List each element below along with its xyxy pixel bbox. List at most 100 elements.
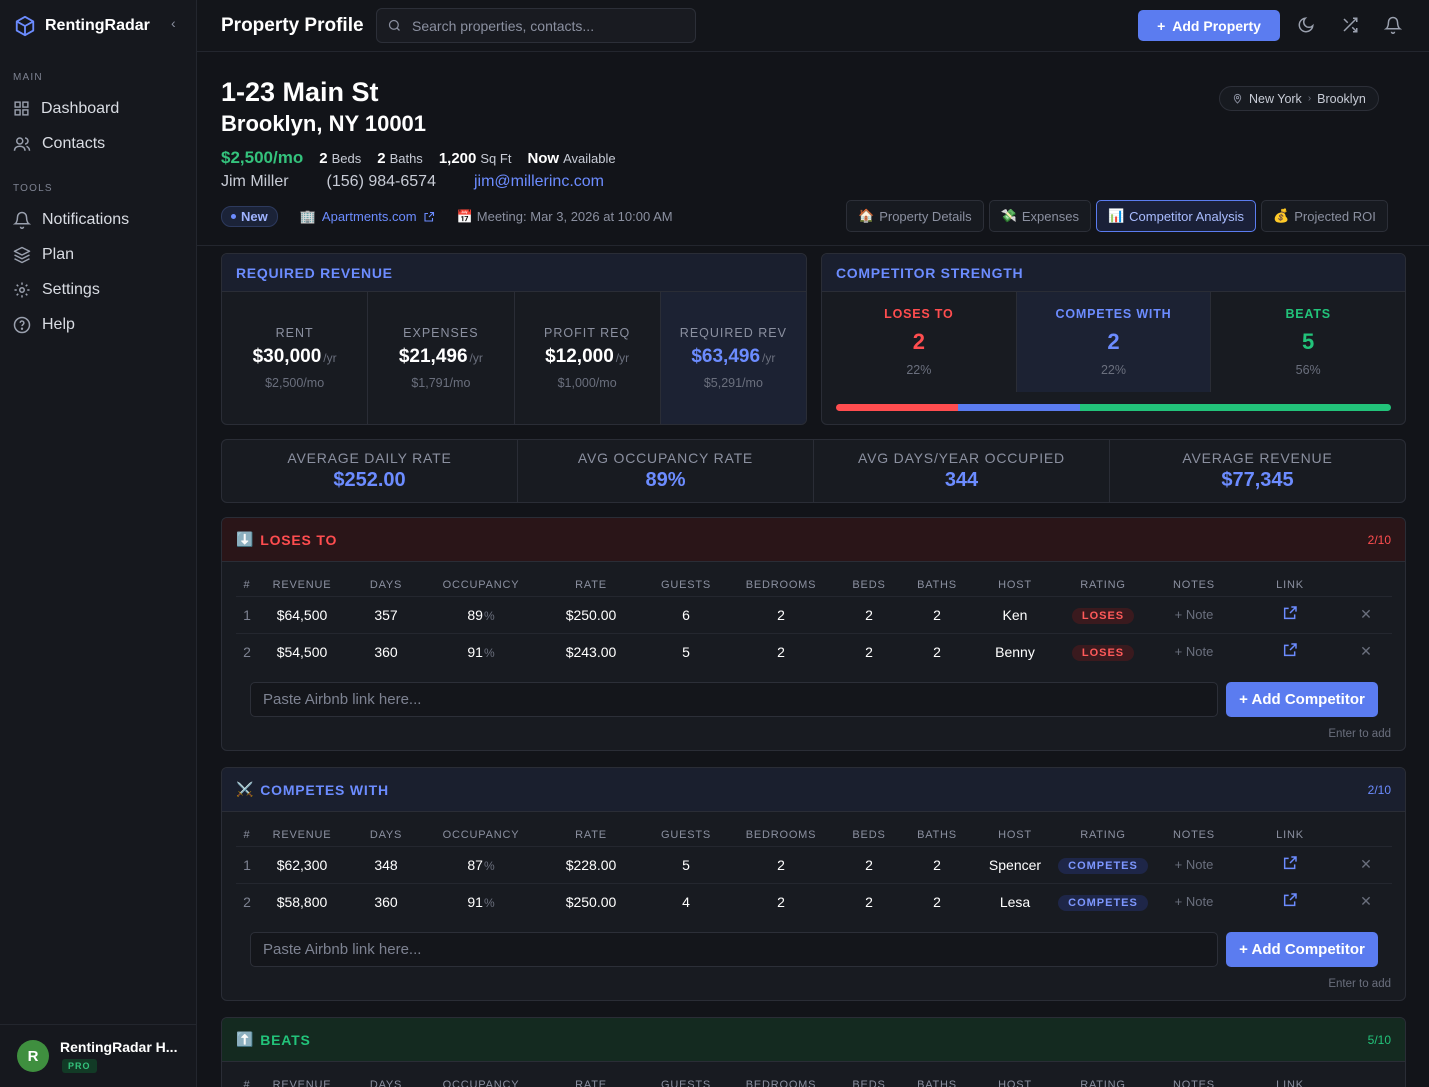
external-link-icon[interactable] — [1282, 605, 1298, 621]
divider — [197, 245, 1429, 246]
cell-host: Spencer — [972, 845, 1058, 883]
card-title: COMPETITOR STRENGTH — [822, 254, 1405, 292]
layers-icon — [13, 246, 31, 263]
sidebar-item-dashboard[interactable]: Dashboard — [0, 91, 196, 126]
column-header: BATHS — [917, 578, 957, 591]
rating-badge: LOSES — [1071, 644, 1135, 661]
cell-rating: LOSES — [1058, 632, 1148, 670]
shuffle-icon[interactable] — [1341, 16, 1359, 34]
column-header: DAYS — [369, 828, 403, 841]
external-link-icon[interactable] — [1282, 642, 1298, 658]
cell-idx: 2 — [236, 632, 258, 670]
remove-competitor-icon[interactable]: ✕ — [1340, 845, 1392, 883]
table-header-row: # REVENUE DAYS OCCUPANCY RATE GUESTS BEDROOMS B… — [236, 574, 1392, 596]
section-title-label: BEATS — [260, 1031, 311, 1048]
occupancy-value: 91 — [467, 893, 483, 910]
column-header — [1340, 574, 1392, 596]
location-breadcrumb: New York › Brooklyn — [1219, 86, 1379, 111]
external-link-icon[interactable] — [1282, 892, 1298, 908]
revenue-label: REQUIRED REV — [679, 326, 787, 340]
table-header-row: # REVENUE DAYS OCCUPANCY RATE GUESTS BEDROOMS B… — [236, 1074, 1392, 1087]
strength-count: 2 — [912, 329, 925, 354]
add-note-button[interactable]: + Note — [1148, 632, 1240, 670]
column-header: OCCUPANCY — [442, 578, 520, 591]
up-arrow-icon: ⬆️ — [236, 1031, 255, 1047]
money-bag-icon: 💰 — [1273, 208, 1290, 223]
source-link[interactable]: 🏢 Apartments.com — [300, 209, 435, 225]
help-circle-icon — [13, 316, 31, 333]
external-link-icon[interactable] — [1282, 855, 1298, 871]
location-area[interactable]: Brooklyn — [1317, 92, 1366, 106]
add-competitor-button[interactable]: + Add Competitor — [1226, 682, 1378, 717]
cell-days: 360 — [346, 882, 426, 920]
user-name: RentingRadar H... — [60, 1038, 178, 1055]
contact-email[interactable]: jim@millerinc.com — [474, 173, 604, 191]
airbnb-link-input[interactable] — [250, 682, 1218, 717]
search-input[interactable] — [412, 17, 692, 34]
competitor-strength-card: COMPETITOR STRENGTH LOSES TO 2 22% COMPE… — [821, 253, 1406, 425]
beds-spec: 2 Beds — [319, 150, 361, 167]
collapse-sidebar-icon[interactable]: ‹ — [171, 15, 176, 31]
cell-rate: $250.00 — [536, 595, 646, 633]
brand[interactable]: RentingRadar — [0, 0, 196, 52]
tab-property-details[interactable]: 🏠 Property Details — [846, 200, 984, 232]
add-note-button[interactable]: + Note — [1148, 595, 1240, 633]
stat-days-occupied: AVG DAYS/YEAR OCCUPIED 344 — [814, 440, 1110, 502]
building-icon: 🏢 — [299, 208, 316, 224]
search-icon — [388, 19, 400, 31]
revenue-amount: $30,000 — [252, 346, 322, 367]
cell-rating: COMPETES — [1058, 882, 1148, 920]
tab-projected-roi[interactable]: 💰 Projected ROI — [1261, 200, 1388, 232]
cell-link — [1240, 882, 1340, 920]
status-badge[interactable]: New — [221, 206, 278, 227]
column-header: OCCUPANCY — [442, 1079, 520, 1087]
remove-competitor-icon[interactable]: ✕ — [1340, 595, 1392, 633]
moon-icon[interactable] — [1297, 16, 1315, 34]
column-header: RATING — [1080, 828, 1126, 841]
cell-beds: 2 — [836, 595, 902, 633]
property-meta: New 🏢 Apartments.com 📅 Meeting: Mar 3, 2… — [221, 206, 673, 227]
cell-guests: 6 — [646, 595, 726, 633]
add-note-button[interactable]: + Note — [1148, 882, 1240, 920]
revenue-monthly: $1,000/mo — [557, 376, 617, 390]
sqft-label: Sq Ft — [480, 151, 512, 166]
user-profile[interactable]: R RentingRadar H... PRO — [0, 1024, 197, 1087]
bell-icon[interactable] — [1384, 16, 1402, 34]
occupancy-value: 89 — [467, 606, 483, 623]
section-header: ⬆️ BEATS 5/10 — [222, 1018, 1405, 1062]
competitor-count: 5/10 — [1367, 1032, 1391, 1047]
sidebar-item-plan[interactable]: Plan — [0, 237, 196, 272]
sidebar-item-label: Help — [42, 315, 75, 333]
rating-badge: LOSES — [1071, 607, 1135, 624]
loses-to-section: ⬇️ LOSES TO 2/10 # REVENUE DAYS OCCUPANCY RAT… — [221, 517, 1406, 751]
remove-competitor-icon[interactable]: ✕ — [1340, 882, 1392, 920]
section-title: ⬇️ LOSES TO — [236, 531, 337, 548]
cell-idx: 2 — [236, 882, 258, 920]
sidebar-item-notifications[interactable]: Notifications — [0, 202, 196, 237]
cell-rate: $228.00 — [536, 845, 646, 883]
strength-count: 5 — [1302, 329, 1315, 354]
tab-expenses[interactable]: 💸 Expenses — [988, 200, 1091, 232]
stat-label: AVERAGE DAILY RATE — [287, 450, 452, 466]
stat-value: 344 — [944, 469, 979, 491]
airbnb-link-input[interactable] — [250, 932, 1218, 967]
contact-name: Jim Miller — [221, 173, 289, 190]
sidebar-item-settings[interactable]: Settings — [0, 272, 196, 307]
competitor-table: # REVENUE DAYS OCCUPANCY RATE GUESTS BEDROOMS B… — [236, 574, 1392, 670]
add-competitor-button[interactable]: + Add Competitor — [1226, 932, 1378, 967]
add-property-button[interactable]: + Add Property — [1138, 10, 1280, 41]
rating-badge: COMPETES — [1058, 857, 1148, 874]
brand-name: RentingRadar — [45, 17, 150, 34]
contact-phone[interactable]: (156) 984-6574 — [327, 173, 436, 191]
search-box[interactable] — [376, 8, 696, 43]
tab-competitor-analysis[interactable]: 📊 Competitor Analysis — [1095, 200, 1257, 232]
cell-baths: 2 — [902, 882, 972, 920]
sidebar-item-contacts[interactable]: Contacts — [0, 126, 196, 161]
remove-competitor-icon[interactable]: ✕ — [1340, 632, 1392, 670]
location-city[interactable]: New York — [1249, 92, 1302, 106]
competitor-table: # REVENUE DAYS OCCUPANCY RATE GUESTS BEDROOMS B… — [236, 824, 1392, 920]
sidebar-item-help[interactable]: Help — [0, 307, 196, 342]
external-link-icon — [424, 211, 434, 222]
revenue-cells: RENT $30,000/yr $2,500/mo EXPENSES $21,4… — [222, 292, 806, 424]
add-note-button[interactable]: + Note — [1148, 845, 1240, 883]
